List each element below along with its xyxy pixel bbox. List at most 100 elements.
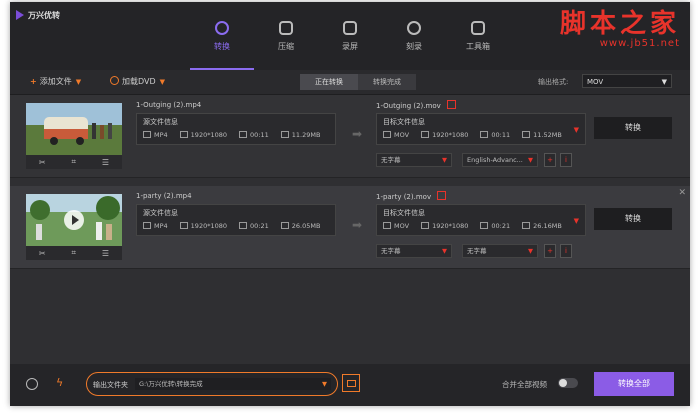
tab-record-screen-label: 录屏 [342, 41, 358, 51]
resolution-icon [179, 131, 188, 138]
add-file-button[interactable]: + 添加文件 ▼ [30, 76, 81, 87]
watermark-title: 脚本之家 [559, 9, 680, 39]
tab-converting[interactable]: 正在转换 [300, 74, 358, 90]
main-nav: 转换 压缩 录屏 刻录 工具箱 [190, 2, 510, 70]
source-size: 26.05MB [280, 222, 320, 230]
folder-icon [522, 131, 531, 138]
clock-icon [480, 222, 489, 229]
video-thumbnail[interactable] [26, 194, 122, 246]
cut-icon[interactable]: ✂ [39, 158, 46, 167]
target-info-box[interactable]: 目标文件信息 MOV 1920*1080 00:11 11.52MB ▼ [376, 113, 586, 145]
tab-convert[interactable]: 转换 [190, 2, 254, 70]
convert-all-button[interactable]: 转换全部 [594, 372, 674, 396]
output-folder-select[interactable]: G:\万兴优转\转换完成 ▼ [135, 378, 331, 390]
tab-record-screen[interactable]: 录屏 [318, 2, 382, 70]
subtitle-value: 无字幕 [381, 156, 401, 164]
folder-icon [522, 222, 531, 229]
merge-all-toggle[interactable] [558, 378, 578, 388]
resolution-icon [421, 222, 430, 229]
file-row[interactable]: ✕ ✂ ⌗ ☰ 1-party (2).mp4 源文件信息 MP4 1920*1 [10, 186, 690, 269]
thumbnail-image [26, 103, 122, 155]
source-resolution: 1920*1080 [179, 131, 227, 139]
effects-icon[interactable]: ☰ [102, 158, 109, 167]
target-info-title: 目标文件信息 [383, 209, 425, 217]
merge-all-label: 合并全部视频 [502, 380, 547, 389]
film-icon [383, 131, 391, 138]
chevron-down-icon[interactable]: ▼ [160, 78, 165, 86]
disc-icon [110, 76, 119, 85]
source-format: MP4 [143, 131, 168, 139]
add-file-label: 添加文件 [39, 77, 72, 86]
audio-track-select[interactable]: 无字幕 ▼ [462, 244, 538, 258]
info-button[interactable]: i [560, 153, 572, 167]
clock-icon [239, 131, 248, 138]
output-format-select[interactable]: MOV ▼ [582, 74, 672, 88]
load-dvd-button[interactable]: 加载DVD ▼ [110, 76, 165, 87]
source-file-name: 1-party (2).mp4 [136, 192, 192, 200]
target-resolution: 1920*1080 [421, 222, 468, 230]
arrow-right-icon: ➡ [352, 218, 363, 232]
source-size: 11.29MB [280, 131, 320, 139]
subtitle-select[interactable]: 无字幕 ▼ [376, 153, 452, 167]
convert-button[interactable]: 转换 [594, 117, 672, 139]
tab-convert-label: 转换 [214, 41, 230, 51]
close-icon[interactable]: ✕ [678, 188, 686, 198]
folder-icon [280, 222, 289, 229]
audio-track-value: 无字幕 [467, 247, 487, 255]
app-logo-icon [16, 10, 24, 20]
thumbnail-tools: ✂ ⌗ ☰ [26, 246, 122, 260]
chevron-down-icon[interactable]: ▼ [574, 126, 579, 134]
convert-button[interactable]: 转换 [594, 208, 672, 230]
chevron-down-icon: ▼ [322, 380, 327, 388]
alarm-clock-icon[interactable] [26, 378, 38, 390]
lightning-icon[interactable]: ϟ [56, 376, 63, 389]
cut-icon[interactable]: ✂ [39, 249, 46, 258]
video-thumbnail[interactable] [26, 103, 122, 155]
tab-compress[interactable]: 压缩 [254, 2, 318, 70]
clock-icon [480, 131, 489, 138]
open-folder-button[interactable] [342, 374, 360, 392]
chevron-down-icon: ▼ [442, 156, 447, 164]
tab-done[interactable]: 转换完成 [358, 74, 416, 90]
audio-track-select[interactable]: English-Advanc... ▼ [462, 153, 538, 167]
target-info-title: 目标文件信息 [383, 118, 425, 126]
source-file-name: 1-Outging (2).mp4 [136, 101, 202, 109]
add-subtitle-button[interactable]: + [544, 244, 556, 258]
folder-icon [280, 131, 289, 138]
source-info-box: 源文件信息 MP4 1920*1080 00:11 11.29MB [136, 113, 336, 145]
toolbox-icon [471, 20, 485, 35]
edit-icon[interactable] [446, 100, 456, 109]
target-resolution: 1920*1080 [421, 131, 468, 139]
subtitle-value: 无字幕 [381, 247, 401, 255]
info-button[interactable]: i [560, 244, 572, 258]
thumbnail-tools: ✂ ⌗ ☰ [26, 155, 122, 169]
target-file-name: 1-Outging (2).mov [376, 100, 456, 110]
source-duration: 00:21 [239, 222, 269, 230]
tab-toolbox[interactable]: 工具箱 [446, 2, 510, 70]
add-subtitle-button[interactable]: + [544, 153, 556, 167]
edit-icon[interactable] [437, 191, 447, 200]
chevron-down-icon[interactable]: ▼ [76, 78, 81, 86]
play-icon[interactable] [64, 210, 84, 230]
watermark: 脚本之家 www.jb51.net [560, 10, 680, 49]
clock-icon [239, 222, 248, 229]
chevron-down-icon: ▼ [661, 78, 667, 86]
target-file-name: 1-party (2).mov [376, 191, 447, 201]
file-row[interactable]: ✂ ⌗ ☰ 1-Outging (2).mp4 源文件信息 MP4 1920*1… [10, 95, 690, 178]
audio-track-value: English-Advanc... [467, 156, 523, 164]
output-format-value: MOV [587, 78, 604, 86]
status-tabs: 正在转换 转换完成 [300, 74, 416, 90]
tab-burn[interactable]: 刻录 [382, 2, 446, 70]
source-info-title: 源文件信息 [143, 209, 178, 217]
subtitle-select[interactable]: 无字幕 ▼ [376, 244, 452, 258]
chevron-down-icon: ▼ [442, 247, 447, 255]
target-info-box[interactable]: 目标文件信息 MOV 1920*1080 00:21 26.16MB ▼ [376, 204, 586, 236]
crop-icon[interactable]: ⌗ [71, 157, 76, 167]
app-name: 万兴优转 [28, 11, 60, 20]
effects-icon[interactable]: ☰ [102, 249, 109, 258]
watermark-url: www.jb51.net [599, 38, 680, 49]
film-icon [383, 222, 391, 229]
crop-icon[interactable]: ⌗ [71, 248, 76, 258]
burn-disc-icon [407, 20, 421, 35]
chevron-down-icon[interactable]: ▼ [574, 217, 579, 225]
